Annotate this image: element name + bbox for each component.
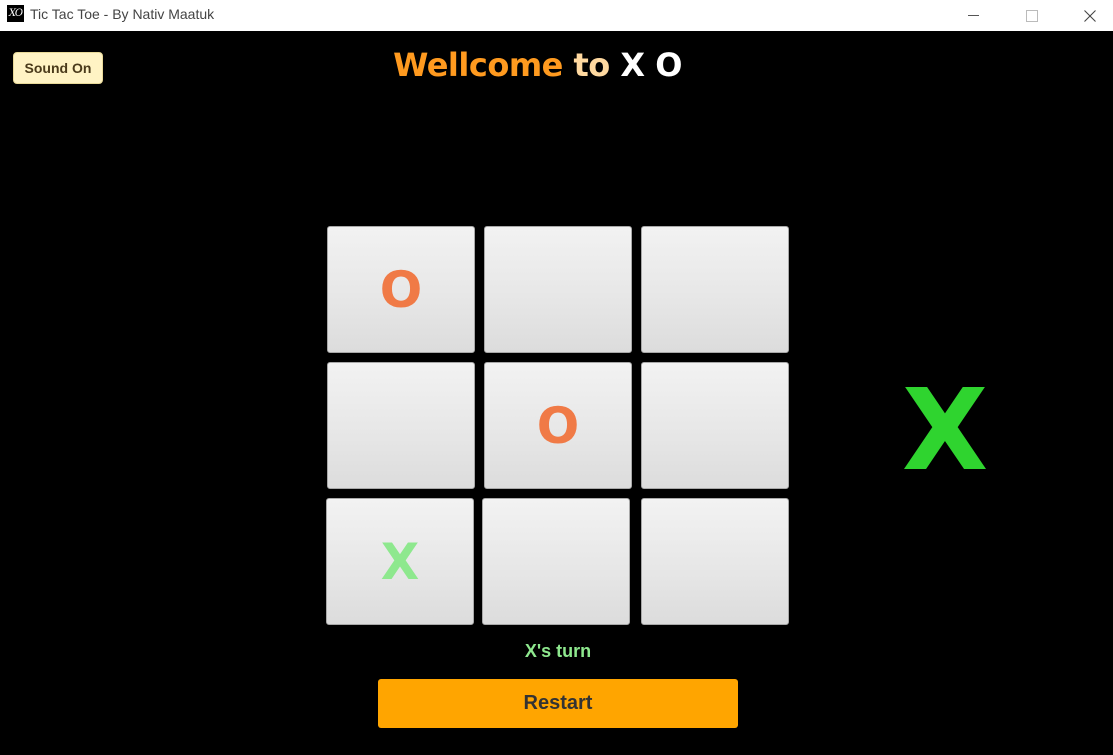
board-cell-8[interactable]	[482, 498, 630, 625]
board-cell-6[interactable]	[641, 362, 789, 489]
board-cell-4[interactable]	[327, 362, 475, 489]
close-button[interactable]	[1067, 0, 1113, 31]
page-title: Wellcome to X O	[0, 46, 1075, 84]
close-icon	[1084, 9, 1096, 22]
title-word-wellcome: Wellcome	[393, 46, 563, 84]
title-word-to: to	[573, 46, 611, 84]
title-word-xo: X O	[620, 46, 682, 84]
current-player-indicator: X	[901, 366, 989, 496]
maximize-icon	[1026, 9, 1038, 22]
minimize-icon	[967, 15, 979, 16]
board-cell-1[interactable]: O	[327, 226, 475, 353]
board-cell-7[interactable]: X	[326, 498, 474, 625]
window-title: Tic Tac Toe - By Nativ Maatuk	[30, 6, 215, 22]
board-cell-3[interactable]	[641, 226, 789, 353]
app-logo-icon: XO	[7, 5, 24, 22]
game-window: XO Tic Tac Toe - By Nativ Maatuk Sound O…	[0, 0, 1113, 755]
maximize-button[interactable]	[1009, 0, 1055, 31]
turn-status: X's turn	[524, 641, 592, 661]
title-bar[interactable]: XO Tic Tac Toe - By Nativ Maatuk	[0, 0, 1113, 31]
board-cell-5[interactable]: O	[484, 362, 632, 489]
board-cell-9[interactable]	[641, 498, 789, 625]
restart-button[interactable]: Restart	[378, 679, 738, 728]
board-cell-2[interactable]	[484, 226, 632, 353]
minimize-button[interactable]	[950, 0, 996, 31]
